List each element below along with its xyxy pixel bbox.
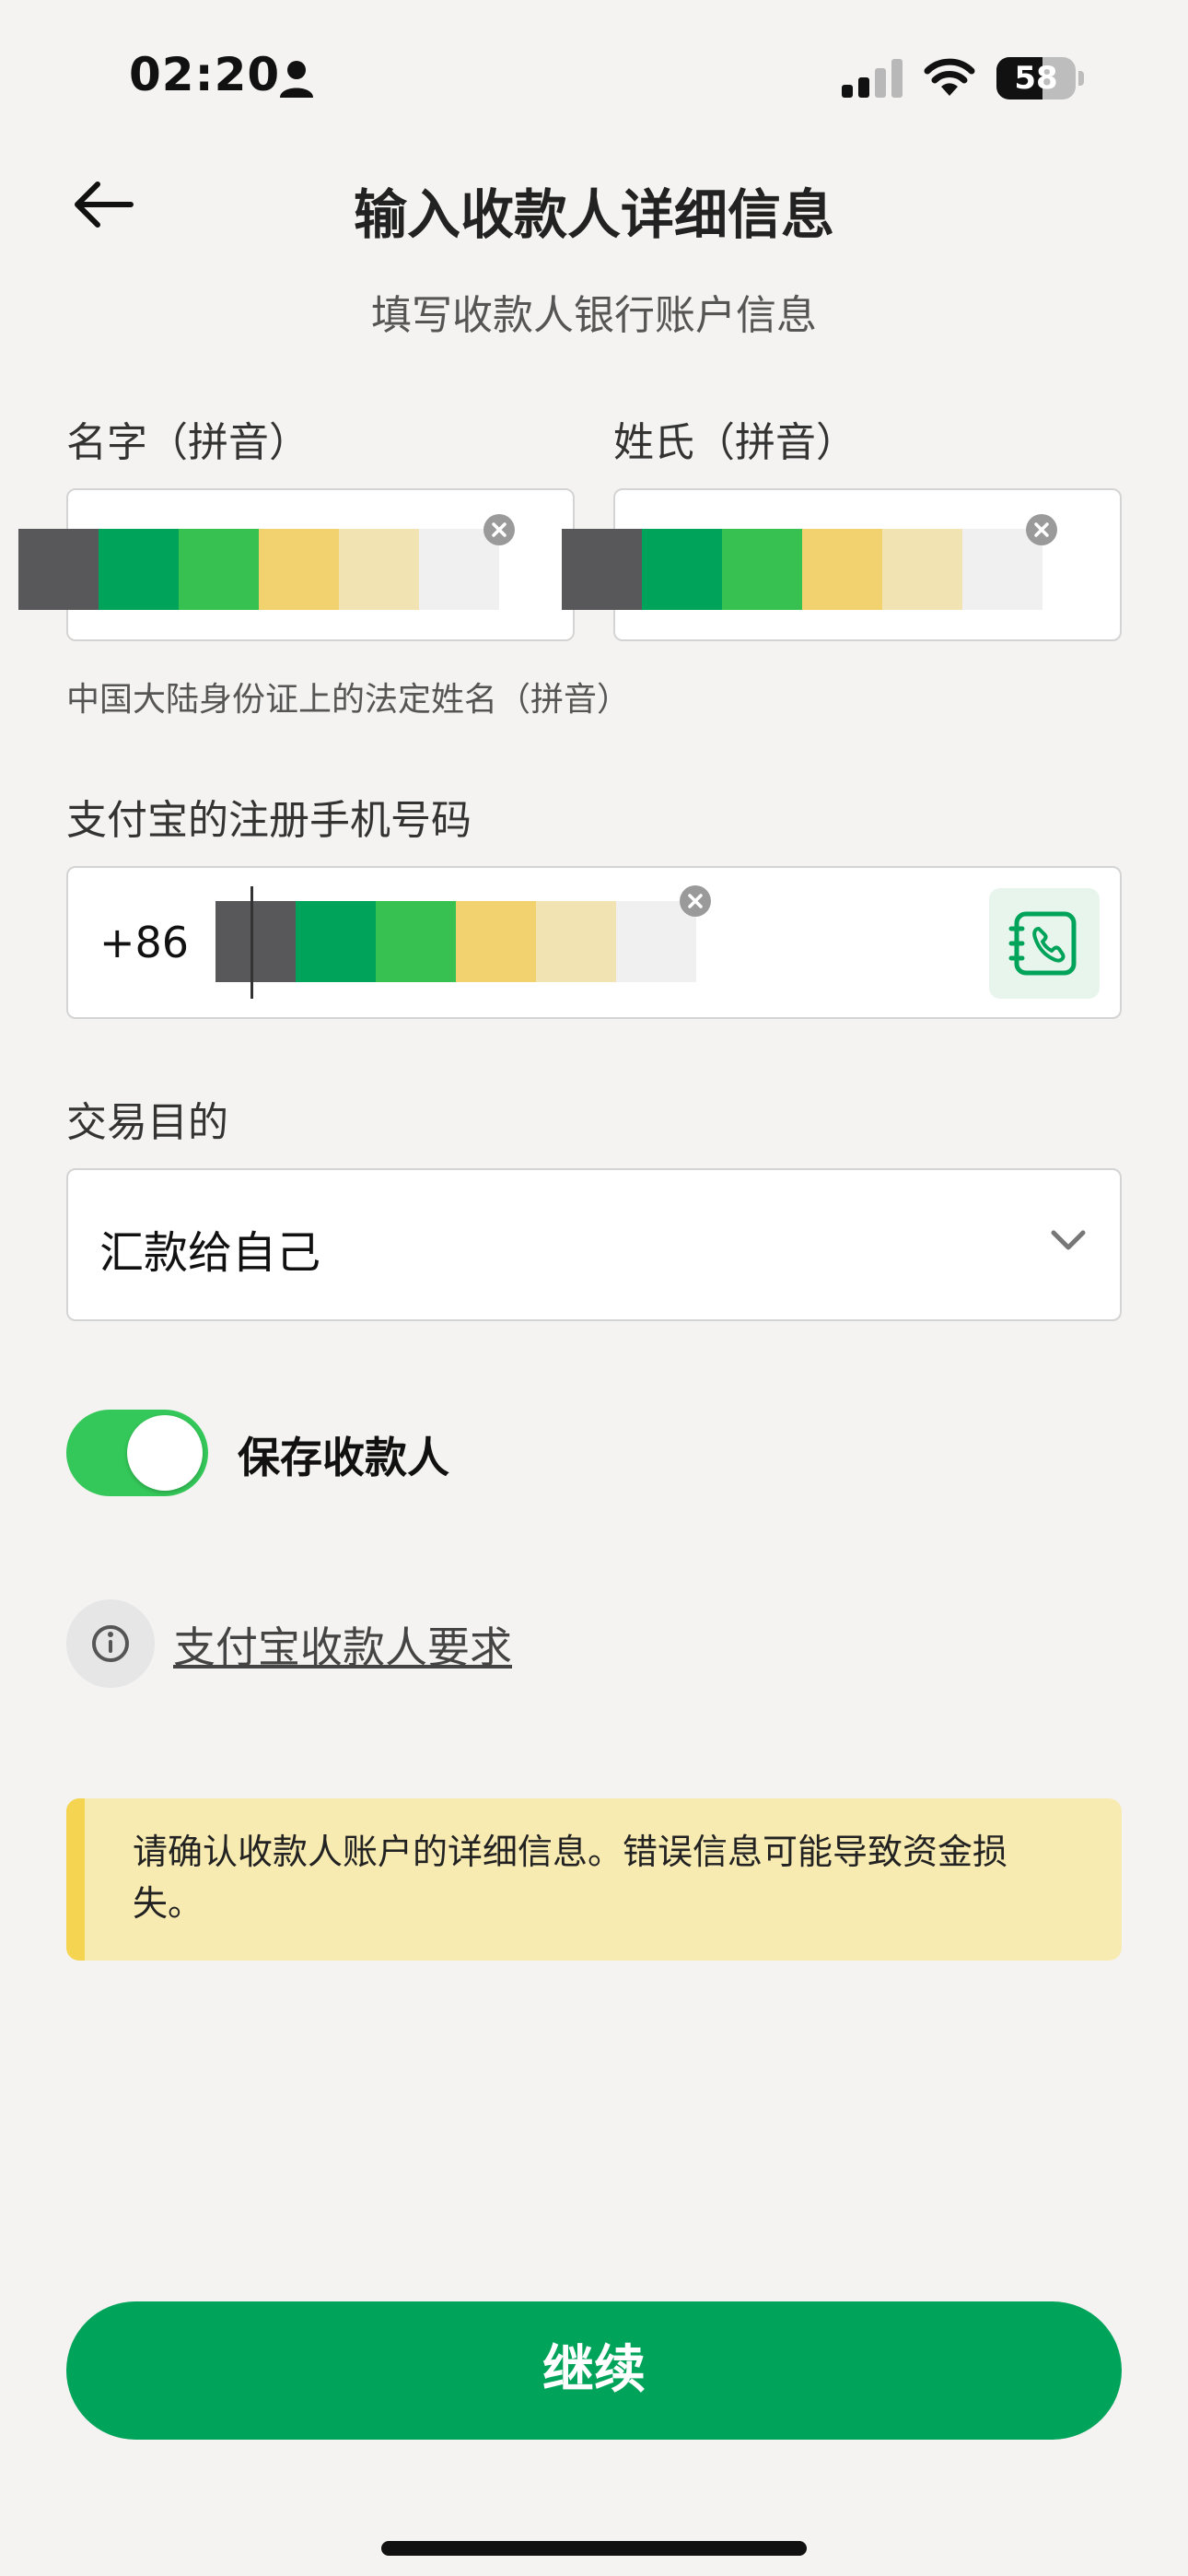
clear-icon[interactable] [1026,514,1057,545]
warning-accent-bar [66,1798,85,1961]
masked-block [99,529,179,610]
masked-block [802,529,882,610]
masked-block [642,529,722,610]
masked-block [882,529,962,610]
continue-button[interactable]: 继续 [66,2301,1122,2440]
save-payee-label: 保存收款人 [238,1433,449,1482]
masked-block [179,529,259,610]
battery-percent: 58 [1014,60,1058,97]
arrow-left-icon [75,181,134,228]
last-name-label: 姓氏（拼音） [613,419,856,466]
masked-block [296,901,376,982]
masked-block [18,529,99,610]
clear-icon[interactable] [680,885,711,917]
contacts-book-icon [1008,911,1077,976]
warning-banner: 请确认收款人账户的详细信息。错误信息可能导致资金损失。 [66,1798,1122,1961]
battery-icon: 58 [996,57,1085,100]
first-name-masked-value [18,529,499,610]
warning-text: 请确认收款人账户的详细信息。错误信息可能导致资金损失。 [133,1832,1008,1924]
masked-block [259,529,339,610]
phone-masked-value [215,901,696,982]
purpose-label: 交易目的 [66,1099,228,1146]
wifi-icon [923,55,976,98]
home-indicator [381,2541,807,2556]
contacts-button[interactable] [989,888,1100,999]
masked-block [376,901,456,982]
page-title: 输入收款人详细信息 [353,183,834,246]
info-icon [66,1599,155,1688]
clear-icon[interactable] [483,514,515,545]
battery-tip [1078,71,1084,86]
phone-label: 支付宝的注册手机号码 [66,797,472,844]
cellular-signal-icon [840,57,904,100]
name-hint: 中国大陆身份证上的法定姓名（拼音） [66,681,631,719]
page-subtitle: 填写收款人银行账户信息 [371,292,817,339]
masked-block [456,901,536,982]
first-name-label: 名字（拼音） [66,419,309,466]
alipay-payee-requirements-link[interactable]: 支付宝收款人要求 [173,1614,512,1675]
last-name-masked-value [562,529,1042,610]
text-cursor [250,886,253,999]
masked-block [562,529,642,610]
purpose-selected-value: 汇款给自己 [99,1227,321,1279]
masked-block [536,901,616,982]
back-button[interactable] [66,171,140,238]
save-payee-toggle[interactable] [66,1410,208,1496]
masked-block [722,529,802,610]
chevron-down-icon [1048,1225,1089,1253]
status-time: 02:20 [129,48,281,101]
person-icon [278,59,315,100]
masked-block [339,529,419,610]
masked-block [215,901,296,982]
toggle-knob [127,1415,203,1491]
country-code: +86 [99,918,190,967]
